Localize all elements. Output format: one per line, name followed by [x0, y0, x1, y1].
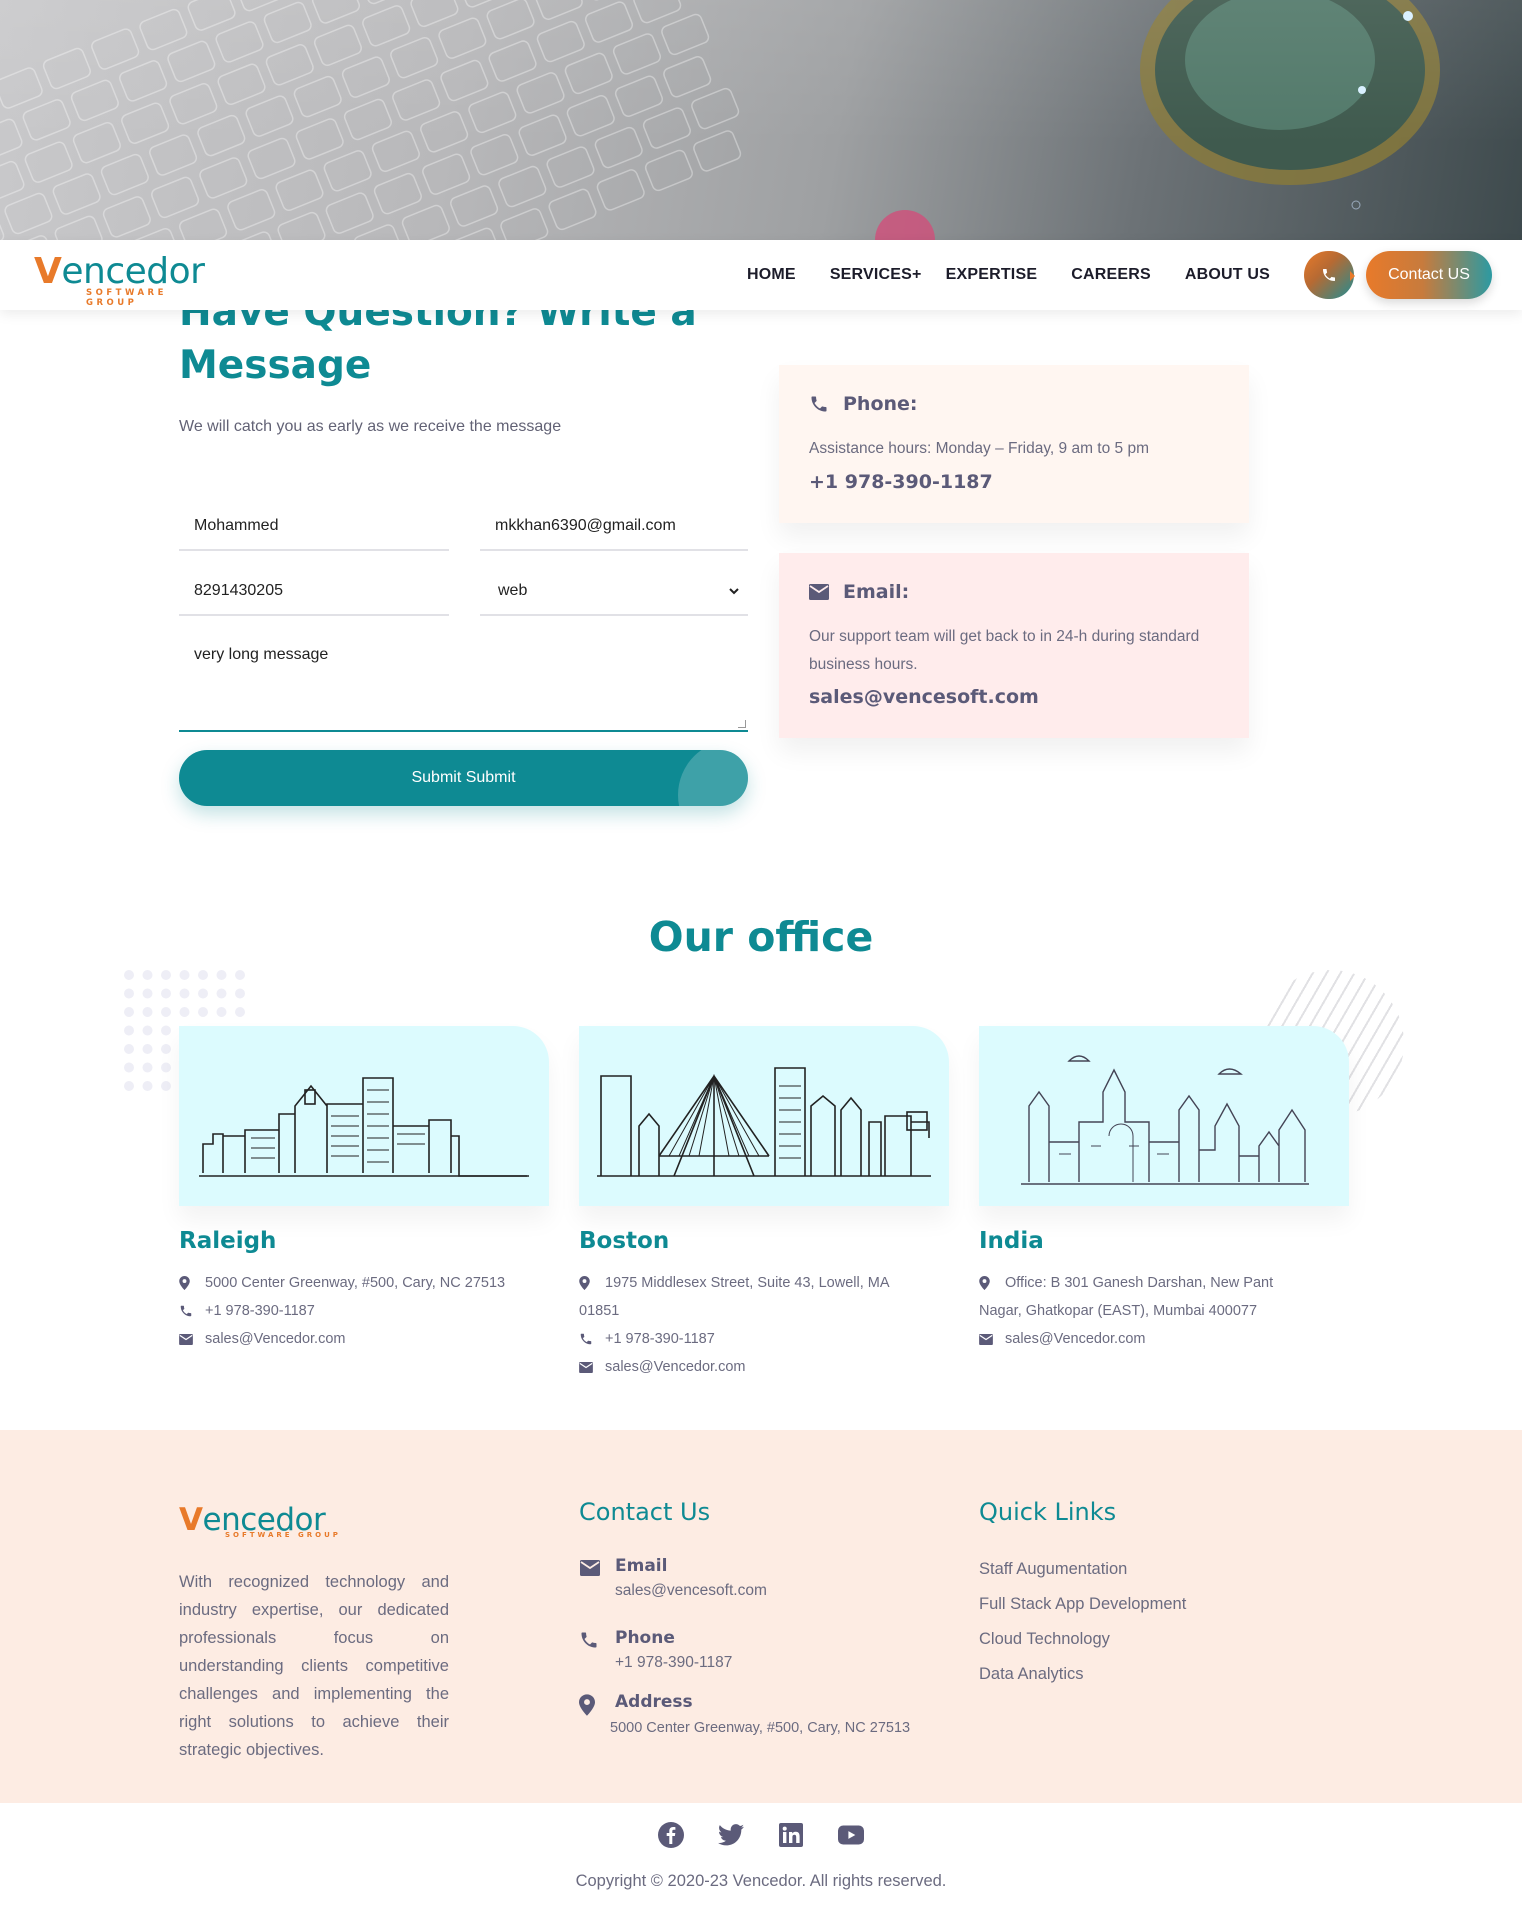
- youtube-icon[interactable]: [838, 1822, 864, 1848]
- boston-skyline-image: [579, 1026, 949, 1206]
- footer-about-text: With recognized technology and industry …: [179, 1573, 449, 1759]
- raleigh-email-link[interactable]: sales@Vencedor.com: [205, 1325, 345, 1353]
- chevron-down-icon: [729, 588, 739, 595]
- quick-link-data-analytics[interactable]: Data Analytics: [979, 1661, 1186, 1696]
- raleigh-skyline-image: [179, 1026, 549, 1206]
- raleigh-office-details: 5000 Center Greenway, #500, Cary, NC 275…: [179, 1269, 549, 1353]
- map-pin-icon: [579, 1269, 605, 1297]
- service-select[interactable]: web: [480, 568, 748, 616]
- quick-link-cloud[interactable]: Cloud Technology: [979, 1626, 1186, 1661]
- boston-phone-link[interactable]: +1 978-390-1187: [605, 1325, 715, 1353]
- nav-expertise[interactable]: EXPERTISE: [946, 266, 1038, 284]
- name-input[interactable]: Mohammed: [179, 503, 449, 551]
- hero-banner-image: [0, 0, 1522, 240]
- quick-link-full-stack[interactable]: Full Stack App Development: [979, 1591, 1186, 1626]
- social-links: [0, 1822, 1522, 1848]
- copyright-text: Copyright © 2020-23 Vencedor. All rights…: [575, 1872, 947, 1890]
- envelope-icon: [979, 1325, 1005, 1353]
- linkedin-icon[interactable]: [778, 1822, 804, 1848]
- map-pin-icon: [579, 1694, 595, 1720]
- email-link[interactable]: sales@vencesoft.com: [809, 686, 1039, 708]
- map-pin-icon: [179, 1269, 205, 1297]
- office-city-india: India: [979, 1228, 1044, 1254]
- main-menu: HOME SERVICES+ EXPERTISE CAREERS ABOUT U…: [747, 240, 1522, 310]
- envelope-icon: [179, 1325, 205, 1353]
- envelope-icon: [579, 1353, 605, 1381]
- footer-quick-links: Staff Augumentation Full Stack App Devel…: [979, 1556, 1186, 1696]
- boston-email-link[interactable]: sales@Vencedor.com: [605, 1353, 745, 1381]
- phone-icon: [579, 1325, 605, 1353]
- footer-phone-link[interactable]: +1 978-390-1187: [615, 1654, 732, 1672]
- phone-input[interactable]: 8291430205: [179, 568, 449, 616]
- quick-link-staff-augmentation[interactable]: Staff Augumentation: [979, 1556, 1186, 1591]
- phone-icon: [809, 393, 831, 415]
- office-section-title: Our office: [648, 913, 874, 961]
- phone-icon: [1323, 269, 1335, 281]
- call-button[interactable]: [1304, 251, 1355, 299]
- email-input[interactable]: mkkhan6390@gmail.com: [480, 503, 748, 551]
- office-city-boston: Boston: [579, 1228, 670, 1254]
- footer-email-link[interactable]: sales@vencesoft.com: [615, 1582, 767, 1600]
- office-city-raleigh: Raleigh: [179, 1228, 277, 1254]
- footer-logo[interactable]: Vencedor SOFTWARE GROUP: [179, 1500, 349, 1540]
- nav-careers[interactable]: CAREERS: [1071, 266, 1151, 284]
- phone-info-card: Phone: Assistance hours: Monday – Friday…: [779, 365, 1249, 523]
- top-navbar: Vencedor SOFTWARE GROUP HOME SERVICES+ E…: [0, 240, 1522, 310]
- form-subtitle: We will catch you as early as we receive…: [179, 418, 562, 435]
- envelope-icon: [579, 1560, 601, 1580]
- phone-icon: [179, 1297, 205, 1325]
- facebook-icon[interactable]: [658, 1822, 684, 1848]
- resize-handle[interactable]: [738, 720, 746, 728]
- map-pin-icon: [979, 1269, 1005, 1297]
- phone-icon: [579, 1630, 599, 1654]
- boston-office-details: 1975 Middlesex Street, Suite 43, Lowell,…: [579, 1269, 929, 1381]
- raleigh-phone-link[interactable]: +1 978-390-1187: [205, 1297, 315, 1325]
- contact-us-button[interactable]: Contact US: [1366, 251, 1492, 299]
- footer-quick-links-title: Quick Links: [979, 1498, 1117, 1526]
- india-office-details: Office: B 301 Ganesh Darshan, New Pant N…: [979, 1269, 1319, 1353]
- nav-services[interactable]: SERVICES+: [830, 266, 922, 284]
- envelope-icon: [809, 581, 831, 603]
- india-email-link[interactable]: sales@Vencedor.com: [1005, 1325, 1145, 1353]
- phone-link[interactable]: +1 978-390-1187: [809, 471, 993, 493]
- vencedor-logo[interactable]: Vencedor SOFTWARE GROUP: [34, 252, 224, 309]
- message-textarea[interactable]: very long message: [179, 632, 748, 732]
- submit-button[interactable]: Submit Submit: [179, 750, 748, 806]
- india-skyline-image: [979, 1026, 1349, 1206]
- nav-home[interactable]: HOME: [747, 266, 796, 284]
- email-info-card: Email: Our support team will get back to…: [779, 553, 1249, 738]
- twitter-icon[interactable]: [718, 1822, 744, 1848]
- footer-contact-title: Contact Us: [579, 1498, 711, 1526]
- nav-about-us[interactable]: ABOUT US: [1185, 266, 1270, 284]
